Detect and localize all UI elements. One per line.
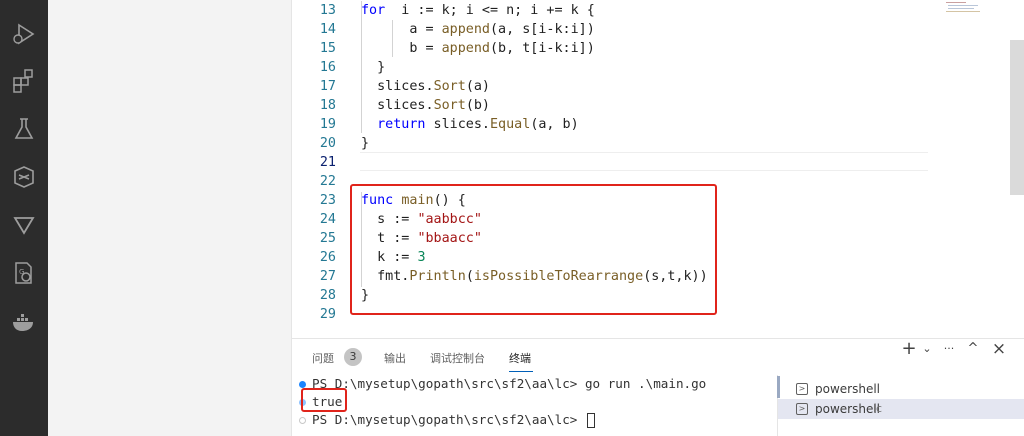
new-terminal-button[interactable]: + [900,339,918,359]
code-text: } [361,136,370,151]
code-text: slices.Sort(a) [361,79,490,94]
bottom-panel: 问题 3 输出 调试控制台 终端 + ⌄ ··· ^ × PS D:\myset… [292,338,1024,436]
line-number: 22 [319,174,336,189]
terminal-prompt: PS D:\mysetup\gopath\src\sf2\aa\lc> [312,411,595,428]
tab-problems[interactable]: 问题 [312,350,334,366]
code-text: return slices.Equal(a, b) [361,117,579,132]
terminal-line: PS D:\mysetup\gopath\src\sf2\aa\lc> go r… [312,376,707,391]
panel-tabs: 问题 3 输出 调试控制台 终端 + ⌄ ··· ^ × [292,339,1024,375]
minimap[interactable] [936,0,988,20]
side-panel [48,0,292,436]
code-text: b = append(b, t[i-k:i]) [361,41,595,56]
settings-sync-icon[interactable]: G [10,259,38,287]
code-line[interactable]: 18 slices.Sort(b) [292,96,932,115]
terminal-icon: > [796,403,808,415]
command-success-dot[interactable] [299,381,306,388]
terminal-cursor [586,413,595,428]
line-number: 20 [319,136,336,151]
terminal-list: > powershell > powershell lc [777,375,1024,436]
code-line[interactable]: 13 for i := k; i <= n; i += k { [292,1,932,20]
code-line[interactable]: 16 } [292,58,932,77]
terminal-list-item[interactable]: > powershell [786,379,1016,399]
annotation-box-output [301,388,347,412]
tab-debug-console[interactable]: 调试控制台 [430,350,485,366]
code-line[interactable]: 15 b = append(b, t[i-k:i]) [292,39,932,58]
line-number: 26 [319,250,336,265]
line-number: 17 [319,79,336,94]
line-number: 24 [319,212,336,227]
annotation-box-main-function [350,184,717,315]
terminal-output[interactable]: PS D:\mysetup\gopath\src\sf2\aa\lc> go r… [292,375,772,436]
code-line[interactable]: 14 a = append(a, s[i-k:i]) [292,20,932,39]
terminal-name: powershell [815,402,880,416]
testing-icon[interactable] [10,115,38,143]
line-number: 19 [319,117,336,132]
code-line[interactable]: 20} [292,134,932,153]
line-number: 27 [319,269,336,284]
line-number: 16 [319,60,336,75]
code-line[interactable]: 17 slices.Sort(a) [292,77,932,96]
extensions-icon[interactable] [10,67,38,95]
indent-guide [392,20,393,57]
line-number: 23 [319,193,336,208]
editor-scrollbar-thumb[interactable] [1010,40,1024,195]
line-number: 14 [319,22,336,37]
code-text: } [361,60,386,75]
flow-icon[interactable] [10,211,38,239]
tab-output[interactable]: 输出 [384,350,406,366]
code-text: for i := k; i <= n; i += k { [361,3,595,18]
docker-icon[interactable] [10,307,38,335]
tab-terminal[interactable]: 终端 [509,350,531,366]
terminal-list-scrollbar[interactable] [777,376,780,398]
line-number: 13 [319,3,336,18]
terminal-cwd: lc [873,402,883,415]
indent-guide [361,1,362,133]
terminal-name: powershell [815,382,880,396]
code-text: slices.Sort(b) [361,98,490,113]
terminal-icon: > [796,383,808,395]
code-line[interactable]: 21 [292,153,932,172]
line-number: 29 [319,307,336,322]
line-number: 15 [319,41,336,56]
code-line[interactable]: 19 return slices.Equal(a, b) [292,115,932,134]
maximize-panel-button[interactable]: ^ [964,339,982,359]
code-text: a = append(a, s[i-k:i]) [361,22,595,37]
line-number: 28 [319,288,336,303]
terminal-prompt-text: PS D:\mysetup\gopath\src\sf2\aa\lc> [312,412,585,427]
line-number: 21 [319,155,336,170]
prompt-dot [299,417,306,424]
svg-text:G: G [19,268,24,276]
problems-count-badge: 3 [344,348,362,366]
terminal-dropdown-button[interactable]: ⌄ [918,339,936,359]
active-tab-indicator [509,371,533,372]
activity-bar: G [0,0,48,436]
line-number: 18 [319,98,336,113]
terminal-list-item-selected[interactable]: > powershell lc [778,399,1024,419]
run-debug-icon[interactable] [10,20,38,48]
remote-explorer-icon[interactable] [10,163,38,191]
more-actions-button[interactable]: ··· [940,339,958,359]
close-panel-button[interactable]: × [990,339,1008,359]
line-number: 25 [319,231,336,246]
